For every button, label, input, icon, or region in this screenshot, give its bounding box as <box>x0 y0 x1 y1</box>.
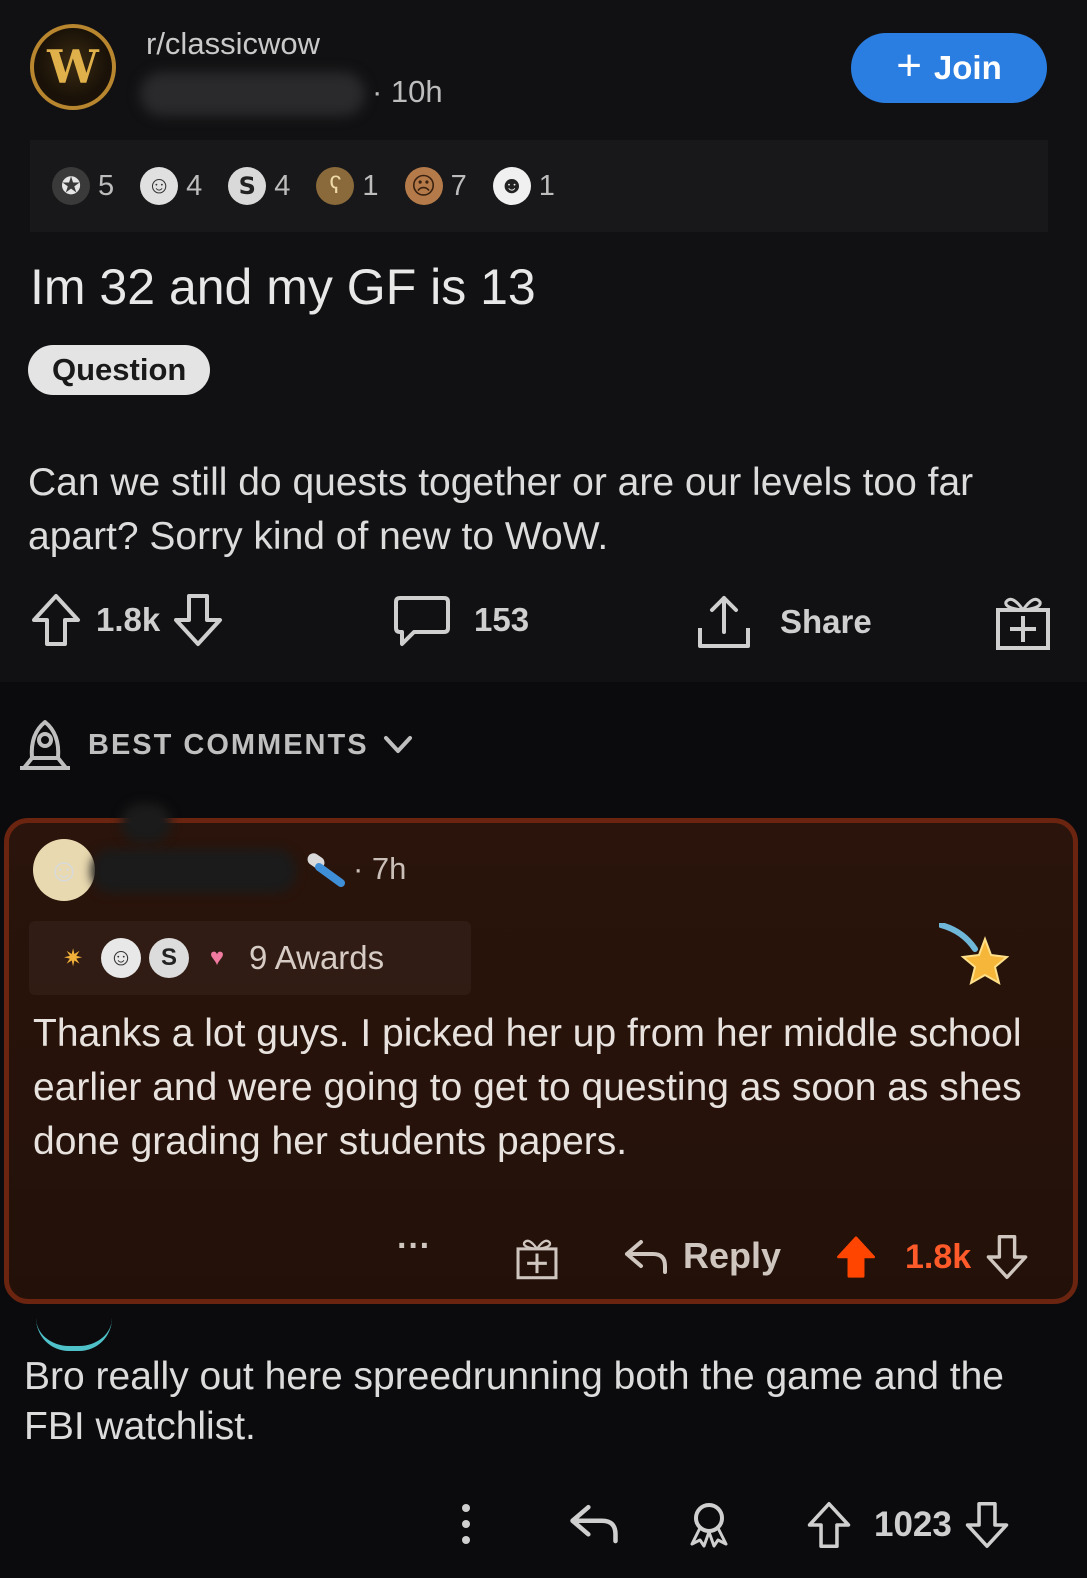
star-award-icon: ✷ <box>62 944 84 972</box>
avatar[interactable]: ☺ <box>33 839 95 901</box>
award-button[interactable] <box>994 592 1052 652</box>
award-count: 4 <box>186 169 203 202</box>
avatar[interactable] <box>36 1318 112 1351</box>
award-count: 7 <box>450 169 467 202</box>
comment-sort[interactable]: BEST COMMENTS <box>16 718 413 772</box>
subreddit-avatar-letter: W <box>47 40 99 94</box>
reply-arrow-icon <box>625 1240 667 1274</box>
award-count: 1 <box>538 169 555 202</box>
join-label: Join <box>933 49 1002 86</box>
subreddit-name[interactable]: r/classicwow <box>146 26 320 62</box>
upvote-icon[interactable] <box>835 1233 877 1281</box>
post-time: · 10h <box>372 74 443 109</box>
reply-button[interactable]: Reply <box>623 1235 781 1277</box>
heart-award-icon: ♥ <box>209 944 225 971</box>
vertical-dots-icon <box>462 1504 470 1544</box>
reply-arrow-icon <box>570 1504 618 1544</box>
post-title[interactable]: Im 32 and my GF is 13 <box>30 258 536 316</box>
gift-icon <box>516 1239 558 1280</box>
join-button[interactable]: + Join <box>851 33 1047 103</box>
redacted-username <box>140 72 365 116</box>
facepalm-award-icon: ☹ <box>404 167 443 205</box>
top-comment: ☺ · 7h ✷ ☺ S ♥ 9 Awards Thanks a lot guy… <box>4 803 1078 1304</box>
shooting-star-icon <box>939 923 1009 986</box>
award-wholesome: ☺ 4 <box>140 167 202 205</box>
award-facepalm: ☹ 7 <box>404 167 467 205</box>
sort-label: BEST COMMENTS <box>88 728 369 761</box>
award-snoo: ☻ 1 <box>492 167 555 205</box>
downvote-icon[interactable] <box>985 1233 1029 1281</box>
silver-award-icon: S <box>228 167 267 205</box>
reply-score: 1023 <box>874 1505 952 1544</box>
award-silver: S 4 <box>228 167 290 205</box>
award-button[interactable] <box>684 1500 734 1550</box>
comment-count: 153 <box>474 601 530 638</box>
downvote-icon[interactable] <box>964 1500 1010 1550</box>
awards-count-label: 9 Awards <box>249 939 385 976</box>
reply-button[interactable] <box>568 1500 620 1546</box>
post-awards[interactable]: ✪ 5 ☺ 4 S 4 ʕ 1 ☹ 7 ☻ 1 <box>30 140 1048 232</box>
rocket-icon <box>20 720 70 770</box>
comments-button[interactable]: 153 <box>392 592 529 648</box>
comment-time: · 7h <box>353 851 407 886</box>
upvote-icon[interactable] <box>30 592 82 648</box>
post-flair[interactable]: Question <box>28 345 211 395</box>
comment-vote-group: 1.8k <box>835 1233 1029 1281</box>
gift-icon <box>996 597 1050 650</box>
award-gold: ✪ 5 <box>52 167 114 205</box>
wholesome-icon: ☺ <box>140 167 179 205</box>
post-body: Can we still do quests together or are o… <box>28 461 974 558</box>
gold-award-icon: ✪ <box>52 167 90 205</box>
more-label: ··· <box>397 1227 431 1265</box>
more-options-button[interactable] <box>456 1500 476 1548</box>
mic-icon <box>307 853 345 887</box>
redacted-username <box>91 849 296 893</box>
more-options-button[interactable]: ··· <box>397 1227 431 1266</box>
share-button[interactable]: Share <box>694 592 872 652</box>
award-ribbon-icon <box>690 1503 728 1548</box>
reply-body: Bro really out here spreedrunning both t… <box>24 1355 1004 1448</box>
comment-bubble-icon <box>394 596 450 646</box>
plus-icon: + <box>896 41 922 90</box>
post-card: W r/classicwow · 10h + Join ✪ 5 ☺ 4 S 4 … <box>0 0 1087 682</box>
comment-awards[interactable]: ✷ ☺ S ♥ 9 Awards <box>29 921 471 995</box>
chevron-down-icon <box>383 736 412 753</box>
award-button[interactable] <box>515 1235 559 1281</box>
award-count: 1 <box>362 169 379 202</box>
award-count: 4 <box>274 169 291 202</box>
snoo-award-icon: ☻ <box>492 167 531 205</box>
share-icon <box>698 596 750 648</box>
redacted-username <box>121 803 171 843</box>
post-vote-group: 1.8k <box>30 592 224 648</box>
upvote-icon[interactable] <box>806 1500 852 1550</box>
reply-label: Reply <box>683 1235 782 1276</box>
comment-body: Thanks a lot guys. I picked her up from … <box>33 1012 1022 1163</box>
award-count: 5 <box>98 169 115 202</box>
comment-score: 1.8k <box>905 1237 972 1276</box>
bear-award-icon: ʕ <box>316 167 355 205</box>
subreddit-avatar[interactable]: W <box>30 24 116 110</box>
share-label: Share <box>780 603 872 640</box>
award-bear: ʕ 1 <box>316 167 379 205</box>
silver-award-icon: S <box>149 938 189 978</box>
wholesome-icon: ☺ <box>101 938 141 978</box>
downvote-icon[interactable] <box>172 592 224 648</box>
reply-vote-group: 1023 <box>806 1500 1010 1550</box>
post-score: 1.8k <box>96 601 161 638</box>
